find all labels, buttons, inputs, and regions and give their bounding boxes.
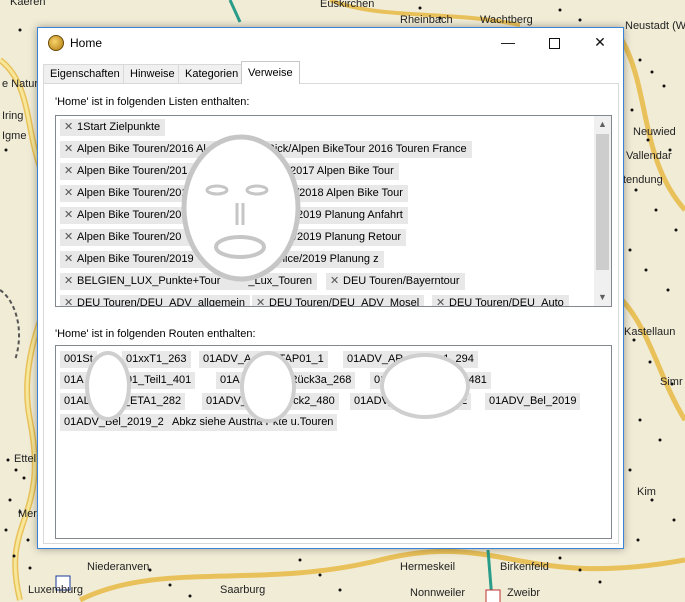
map-label: Neustadt (Wi <box>625 20 685 32</box>
remove-icon[interactable]: ✕ <box>64 185 76 202</box>
map-label: Simr <box>660 376 683 388</box>
map-label: Nonnweiler <box>410 587 466 599</box>
remove-icon[interactable]: ✕ <box>64 163 76 180</box>
remove-icon[interactable]: ✕ <box>64 207 76 224</box>
map-label: Euskirchen <box>320 0 375 10</box>
map-label: Kaeren <box>10 0 46 8</box>
map-label: Zweibr <box>507 587 541 599</box>
scroll-thumb[interactable] <box>596 134 609 270</box>
list-chip-label: DEU Touren/DEU_ADV_Mosel <box>269 297 420 307</box>
list-chip-label: Alpen Bike Touren/201 <box>77 187 188 199</box>
list-chip[interactable]: ✕ DEU Touren/DEU_ADV_Mosel <box>252 295 425 307</box>
scroll-down-icon[interactable]: ▼ <box>594 289 611 306</box>
title-bar[interactable]: Home — ✕ <box>38 28 623 57</box>
minimize-button[interactable]: — <box>485 28 531 57</box>
remove-icon[interactable]: ✕ <box>64 251 76 268</box>
face-sketch-overlay <box>181 134 301 282</box>
scroll-up-icon[interactable]: ▲ <box>594 116 611 133</box>
remove-icon[interactable]: ✕ <box>64 141 76 158</box>
list-chip-label: Alpen Bike Touren/201 <box>77 165 188 177</box>
privacy-blur <box>380 353 470 419</box>
maximize-icon <box>548 37 560 49</box>
list-chip[interactable]: ✕ 1Start Zielpunkte <box>60 119 166 136</box>
map-label: Kim <box>637 486 656 498</box>
map-label: Igme <box>2 130 27 142</box>
map-label: Ettel <box>14 453 37 465</box>
tab-kategorien[interactable]: Kategorien <box>178 64 246 84</box>
list-chip-label: DEU Touren/DEU_Auto <box>449 297 564 307</box>
routes-listbox[interactable]: 001St 01xxT1_263 01ADV_A ETAP01_1 01ADV_A… <box>55 345 612 539</box>
map-label: Mer <box>18 508 37 520</box>
remove-icon[interactable]: ✕ <box>330 273 342 290</box>
route-chip[interactable]: 01ADV_Bel_2019 <box>485 393 581 410</box>
map-label: Saarburg <box>220 584 266 596</box>
privacy-blur <box>85 351 131 421</box>
home-app-icon <box>48 35 64 51</box>
list-chip[interactable]: ✕ DEU Touren/DEU_ADV_allgemein <box>60 295 250 307</box>
remove-icon[interactable]: ✕ <box>64 229 76 246</box>
list-chip[interactable]: ✕ DEU Touren/Bayerntour <box>326 273 465 290</box>
list-chip-label: Alpen Bike Touren/20 <box>77 231 182 243</box>
map-label: Birkenfeld <box>500 561 549 573</box>
map-label: tendung <box>623 174 663 186</box>
home-dialog: Home — ✕ Eigenschaften Hinweise Kategori… <box>37 27 624 549</box>
list-chip[interactable]: ✕ DEU Touren/DEU_Auto <box>432 295 569 307</box>
list-chip-label: DEU Touren/DEU_ADV_allgemein <box>77 297 245 307</box>
map-label: Niederanven <box>87 561 150 573</box>
remove-icon[interactable]: ✕ <box>256 295 268 306</box>
remove-icon[interactable]: ✕ <box>64 295 76 306</box>
map-label: Neuwied <box>633 126 676 138</box>
privacy-blur <box>240 351 296 423</box>
lists-scrollbar[interactable]: ▲ ▼ <box>594 116 611 306</box>
remove-icon[interactable]: ✕ <box>64 273 76 290</box>
window-title: Home <box>70 36 103 50</box>
map-label: Rheinbach <box>400 14 453 26</box>
list-chip-label: DEU Touren/Bayerntour <box>343 275 460 287</box>
route-chip[interactable]: 01xxT1_263 <box>122 351 191 368</box>
lists-listbox[interactable]: ✕ 1Start Zielpunkte ✕ Alpen Bike Touren/20… <box>55 115 612 307</box>
routes-label: 'Home' ist in folgenden Routen enthalten… <box>55 328 256 340</box>
map-label: Luxemburg <box>28 584 84 596</box>
map-label: Vallendar <box>626 150 672 162</box>
remove-icon[interactable]: ✕ <box>64 119 76 136</box>
tab-verweise[interactable]: Verweise <box>241 61 300 84</box>
map-label: Kastellaun <box>624 326 676 338</box>
lists-label: 'Home' ist in folgenden Listen enthalten… <box>55 96 250 108</box>
list-chip-label: 1Start Zielpunkte <box>77 121 161 133</box>
verweise-panel: 'Home' ist in folgenden Listen enthalten… <box>43 83 619 544</box>
list-chip-label: Alpen Bike Touren/2019 <box>77 253 194 265</box>
close-button[interactable]: ✕ <box>577 28 623 57</box>
tab-eigenschaften[interactable]: Eigenschaften <box>43 64 127 84</box>
map-label: e Natur <box>2 78 39 90</box>
list-chip-label: Alpen Bike Touren/20 <box>77 209 182 221</box>
map-label: Iring <box>2 110 24 122</box>
maximize-button[interactable] <box>531 28 577 57</box>
remove-icon[interactable]: ✕ <box>436 295 448 306</box>
tab-hinweise[interactable]: Hinweise <box>123 64 182 84</box>
map-label: Hermeskeil <box>400 561 456 573</box>
map-label: Wachtberg <box>480 14 533 26</box>
